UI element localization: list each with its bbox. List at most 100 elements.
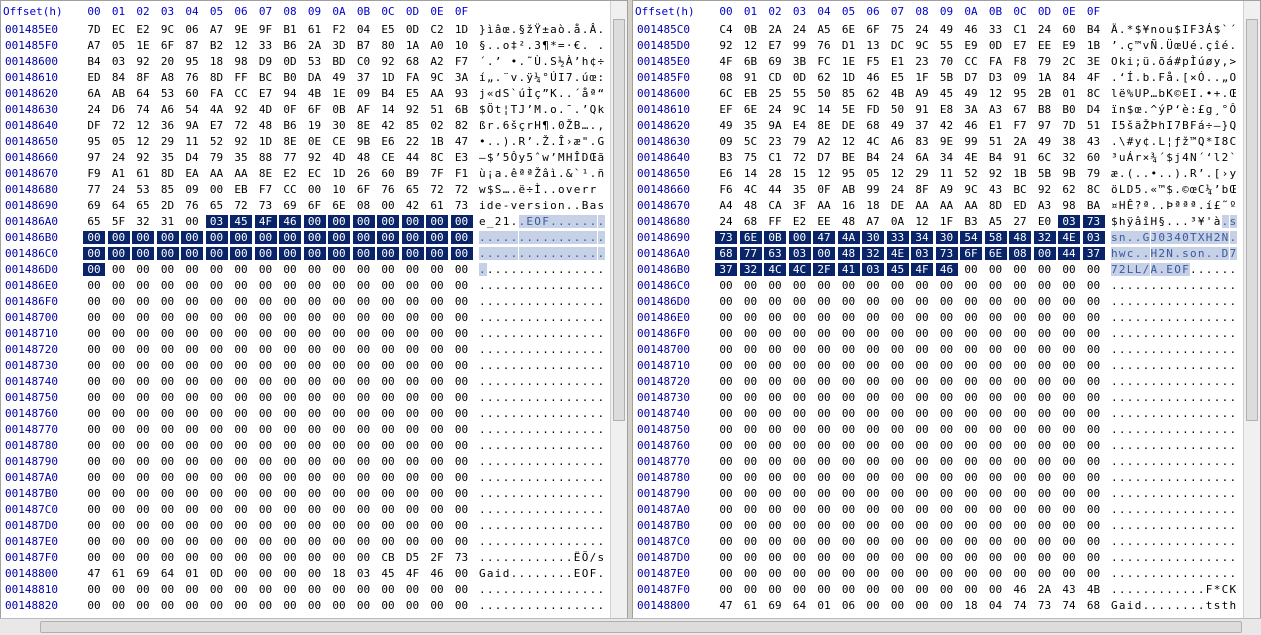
ascii-char[interactable]: . (598, 23, 606, 36)
hex-byte[interactable]: 24 (887, 151, 909, 164)
hex-byte[interactable]: 00 (887, 375, 909, 388)
hex-row[interactable]: 001487F0 00 00 00 00 00 00 00 00 00 00 00 00 CB D5 2F 73… (1, 551, 604, 567)
hex-byte[interactable]: 00 (936, 375, 958, 388)
ascii-char[interactable]: . (495, 71, 503, 84)
hex-byte[interactable]: F6 (715, 183, 737, 196)
hex-byte[interactable]: 00 (181, 263, 203, 276)
hex-byte[interactable]: 00 (862, 503, 884, 516)
ascii-char[interactable]: w (479, 183, 487, 196)
hex-byte[interactable]: 35 (740, 119, 762, 132)
hex-byte[interactable]: 00 (715, 359, 737, 372)
ascii-char[interactable]: . (1206, 551, 1214, 564)
hex-byte[interactable]: 00 (813, 391, 835, 404)
hex-byte[interactable]: 00 (206, 343, 228, 356)
hex-row[interactable]: 001486D0 00 00 00 00 00 00 00 00 00 00 00 00 00 00 00 00… (633, 295, 1236, 311)
ascii-char[interactable]: . (1198, 567, 1206, 580)
ascii-char[interactable]: . (550, 599, 558, 612)
hex-byte[interactable]: A7 (206, 23, 228, 36)
hex-byte[interactable]: 00 (911, 407, 933, 420)
hex-byte[interactable]: 48 (740, 199, 762, 212)
ascii-char[interactable]: . (495, 583, 503, 596)
ascii-char[interactable]: . (1158, 279, 1166, 292)
hex-byte[interactable]: 08 (1009, 247, 1031, 260)
ascii-char[interactable]: . (566, 311, 574, 324)
ascii-char[interactable]: # (1127, 135, 1135, 148)
hex-byte[interactable]: 00 (132, 487, 154, 500)
hex-byte[interactable]: 00 (353, 311, 375, 324)
hex-byte[interactable]: 00 (426, 535, 448, 548)
hex-byte[interactable]: 28 (764, 167, 786, 180)
hex-byte[interactable]: 46 (279, 215, 301, 228)
hex-byte[interactable]: 00 (206, 311, 228, 324)
ascii-char[interactable]: . (495, 503, 503, 516)
ascii-char[interactable]: . (1166, 343, 1174, 356)
ascii-char[interactable]: I (1111, 119, 1119, 132)
hex-byte[interactable]: 00 (985, 263, 1007, 276)
hex-byte[interactable]: 00 (83, 455, 105, 468)
ascii-char[interactable]: . (503, 263, 511, 276)
hex-byte[interactable]: 00 (887, 391, 909, 404)
ascii-char[interactable]: . (1158, 599, 1166, 612)
ascii-char[interactable]: . (519, 55, 527, 68)
hex-byte[interactable]: 00 (960, 327, 982, 340)
ascii-char[interactable]: . (598, 519, 606, 532)
ascii-char[interactable]: $ (1166, 183, 1174, 196)
hex-row[interactable]: 001487C0 00 00 00 00 00 00 00 00 00 00 00 00 00 00 00 00… (1, 503, 604, 519)
ascii-char[interactable]: ) (1174, 167, 1182, 180)
ascii-char[interactable]: . (534, 439, 542, 452)
hex-pane-right[interactable]: Offset(h) 00 01 02 03 04 05 06 07 08 09 0A 0B 0C 0D 0E 0… (632, 0, 1261, 619)
hex-byte[interactable]: 00 (715, 567, 737, 580)
hex-row[interactable]: 00148620 49 35 9A E4 8E DE 68 49 37 42 46 E1 F7 97 7D 51… (633, 119, 1236, 135)
hex-byte[interactable]: 9B (1058, 167, 1080, 180)
hex-byte[interactable]: 3A (960, 103, 982, 116)
ascii-char[interactable]: › (1222, 167, 1230, 180)
hex-byte[interactable]: 00 (132, 407, 154, 420)
hex-byte[interactable]: 46 (1009, 583, 1031, 596)
hex-byte[interactable]: 2B (1034, 87, 1056, 100)
ascii-char[interactable]: . (1151, 343, 1159, 356)
ascii-char[interactable]: â (542, 167, 550, 180)
hex-byte[interactable]: 23 (911, 55, 933, 68)
hex-row[interactable]: 00148700 00 00 00 00 00 00 00 00 00 00 00 00 00 00 00 00… (1, 311, 604, 327)
ascii-char[interactable]: . (1143, 583, 1151, 596)
hex-byte[interactable]: 45 (377, 567, 399, 580)
hex-byte[interactable]: 30 (328, 119, 350, 132)
hex-byte[interactable]: 00 (985, 551, 1007, 564)
ascii-char[interactable]: . (487, 455, 495, 468)
hex-byte[interactable]: 00 (985, 407, 1007, 420)
ascii-char[interactable]: . (1135, 471, 1143, 484)
hex-byte[interactable]: 4F (402, 567, 424, 580)
hex-byte[interactable]: 5C (740, 135, 762, 148)
hex-byte[interactable]: 00 (936, 503, 958, 516)
ascii-char[interactable]: . (518, 247, 527, 260)
ascii-char[interactable]: . (1174, 279, 1182, 292)
hex-byte[interactable]: B3 (715, 151, 737, 164)
hex-byte[interactable]: 00 (1034, 439, 1056, 452)
hex-byte[interactable]: 00 (206, 327, 228, 340)
ascii-char[interactable]: . (1111, 487, 1119, 500)
hex-byte[interactable]: 53 (132, 183, 154, 196)
ascii-char[interactable]: Ë (574, 551, 582, 564)
hex-byte[interactable]: 00 (181, 327, 203, 340)
ascii-char[interactable]: Ñ (1151, 39, 1159, 52)
ascii-char[interactable]: . (511, 487, 519, 500)
ascii-char[interactable]: . (1174, 583, 1182, 596)
ascii-char[interactable]: . (503, 423, 511, 436)
hex-byte[interactable]: 54 (181, 103, 203, 116)
ascii-char[interactable]: . (550, 471, 558, 484)
ascii-char[interactable]: k (1119, 55, 1127, 68)
hex-byte[interactable]: 00 (838, 375, 860, 388)
ascii-char[interactable]: Ä (1111, 23, 1119, 36)
hex-byte[interactable]: 00 (279, 231, 301, 244)
ascii-char[interactable]: . (1206, 359, 1214, 372)
hex-byte[interactable]: 00 (1058, 263, 1080, 276)
ascii-char[interactable]: . (1230, 279, 1238, 292)
hex-byte[interactable]: 00 (862, 567, 884, 580)
hex-byte[interactable]: 32 (1058, 151, 1080, 164)
hex-byte[interactable]: 00 (108, 439, 130, 452)
hex-byte[interactable]: 00 (401, 247, 424, 260)
ascii-char[interactable]: Ž (566, 119, 574, 132)
ascii-char[interactable]: $ (1127, 103, 1135, 116)
hex-byte[interactable]: 4D (328, 151, 350, 164)
ascii-char[interactable]: . (590, 343, 598, 356)
